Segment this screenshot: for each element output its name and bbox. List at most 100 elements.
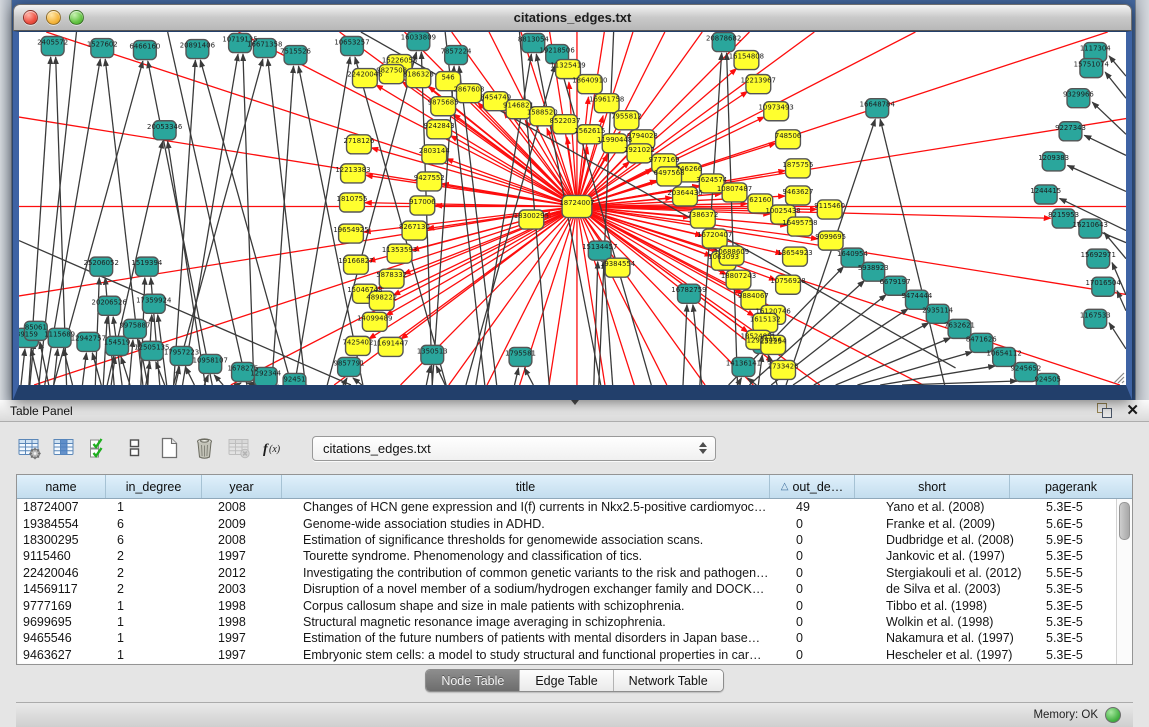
- table-cell[interactable]: 9699695: [17, 615, 111, 629]
- table-row[interactable]: 969969511998Structural magnetic resonanc…: [17, 614, 1132, 630]
- function-builder-icon[interactable]: f (x): [261, 435, 288, 462]
- table-cell[interactable]: 1997: [212, 631, 297, 645]
- table-cell[interactable]: Tourette syndrome. Phenomenology and cla…: [297, 549, 790, 563]
- memory-status-indicator[interactable]: [1105, 707, 1121, 723]
- table-cell[interactable]: 2: [111, 549, 212, 563]
- table-cell[interactable]: 1: [111, 615, 212, 629]
- table-settings-icon[interactable]: [16, 435, 43, 462]
- table-row[interactable]: 1938455462009Genome-wide association stu…: [17, 515, 1132, 531]
- network-view[interactable]: 2405572152760264661602089140610719135166…: [19, 32, 1126, 385]
- table-cell[interactable]: Stergiakouli et al. (2012): [880, 566, 1040, 580]
- table-cell[interactable]: Structural magnetic resonance image aver…: [297, 615, 790, 629]
- table-cell[interactable]: 0: [790, 517, 880, 531]
- table-cell[interactable]: 0: [790, 582, 880, 596]
- table-cell[interactable]: 1: [111, 599, 212, 613]
- table-cell[interactable]: 1998: [212, 615, 297, 629]
- table-cell[interactable]: 0: [790, 631, 880, 645]
- tab-network-table[interactable]: Network Table: [614, 670, 723, 691]
- table-cell[interactable]: 9463627: [17, 648, 111, 662]
- table-cell[interactable]: 1: [111, 500, 212, 514]
- table-cell[interactable]: 2008: [212, 500, 297, 514]
- table-cell[interactable]: 14569117: [17, 582, 111, 596]
- delete-trash-icon[interactable]: [191, 435, 218, 462]
- table-cell[interactable]: 0: [790, 533, 880, 547]
- column-header-name[interactable]: name: [17, 475, 106, 498]
- table-cell[interactable]: Dudbridge et al. (2008): [880, 533, 1040, 547]
- table-cell[interactable]: 9777169: [17, 599, 111, 613]
- table-cell[interactable]: Hescheler et al. (1997): [880, 648, 1040, 662]
- splitter-handle-icon[interactable]: [571, 400, 579, 405]
- scrollbar-thumb[interactable]: [1119, 502, 1130, 540]
- table-cell[interactable]: 2: [111, 566, 212, 580]
- table-cell[interactable]: Yano et al. (2008): [880, 500, 1040, 514]
- table-cell[interactable]: Embryonic stem cells: a model to study s…: [297, 648, 790, 662]
- table-cell[interactable]: Disruption of a novel member of a sodium…: [297, 582, 790, 596]
- table-cell[interactable]: 1: [111, 648, 212, 662]
- table-row[interactable]: 1872400712008Changes of HCN gene express…: [17, 499, 1132, 515]
- tab-edge-table[interactable]: Edge Table: [520, 670, 613, 691]
- table-cell[interactable]: Estimation of significance thresholds fo…: [297, 533, 790, 547]
- tab-node-table[interactable]: Node Table: [426, 670, 520, 691]
- table-cell[interactable]: 18724007: [17, 500, 111, 514]
- table-cell[interactable]: de Silva et al. (2003): [880, 582, 1040, 596]
- table-cell[interactable]: Estimation of the future numbers of pati…: [297, 631, 790, 645]
- column-header-in_degree[interactable]: in_degree: [106, 475, 202, 498]
- delete-table-icon[interactable]: [226, 435, 253, 462]
- table-cell[interactable]: 19384554: [17, 517, 111, 531]
- table-cell[interactable]: 1: [111, 631, 212, 645]
- column-header-title[interactable]: title: [282, 475, 770, 498]
- table-vertical-scrollbar[interactable]: [1116, 499, 1132, 664]
- table-row[interactable]: 946362711997Embryonic stem cells: a mode…: [17, 647, 1132, 663]
- close-panel-icon[interactable]: ✕: [1126, 403, 1139, 418]
- table-cell[interactable]: 2009: [212, 517, 297, 531]
- minimize-window-button[interactable]: [46, 10, 61, 25]
- close-window-button[interactable]: [23, 10, 38, 25]
- table-cell[interactable]: 1998: [212, 599, 297, 613]
- table-column-icon[interactable]: [51, 435, 78, 462]
- table-cell[interactable]: 2012: [212, 566, 297, 580]
- table-cell[interactable]: Genome-wide association studies in ADHD.: [297, 517, 790, 531]
- table-cell[interactable]: 2003: [212, 582, 297, 596]
- table-cell[interactable]: 0: [790, 648, 880, 662]
- table-cell[interactable]: 0: [790, 549, 880, 563]
- table-cell[interactable]: Tibbo et al. (1998): [880, 599, 1040, 613]
- table-cell[interactable]: 9115460: [17, 549, 111, 563]
- column-header-out_de[interactable]: △out_de…: [770, 475, 855, 498]
- column-header-year[interactable]: year: [202, 475, 282, 498]
- row-height-icon[interactable]: [121, 435, 148, 462]
- table-cell[interactable]: 0: [790, 599, 880, 613]
- table-cell[interactable]: 0: [790, 566, 880, 580]
- table-cell[interactable]: 9465546: [17, 631, 111, 645]
- table-cell[interactable]: 1997: [212, 648, 297, 662]
- table-row[interactable]: 911546021997Tourette syndrome. Phenomeno…: [17, 548, 1132, 564]
- table-cell[interactable]: 1997: [212, 549, 297, 563]
- table-cell[interactable]: 0: [790, 615, 880, 629]
- new-document-icon[interactable]: [156, 435, 183, 462]
- table-panel-titlebar[interactable]: Table Panel ✕: [0, 400, 1149, 422]
- table-cell[interactable]: Nakamura et al. (1997): [880, 631, 1040, 645]
- table-cell[interactable]: 49: [790, 500, 880, 514]
- window-resize-grip[interactable]: [1112, 371, 1125, 384]
- table-row[interactable]: 2242004622012Investigating the contribut…: [17, 565, 1132, 581]
- table-cell[interactable]: 2008: [212, 533, 297, 547]
- table-row[interactable]: 1830029562008Estimation of significance …: [17, 532, 1132, 548]
- table-cell[interactable]: 22420046: [17, 566, 111, 580]
- table-cell[interactable]: Changes of HCN gene expression and I(f) …: [297, 500, 790, 514]
- table-row[interactable]: 946554611997Estimation of the future num…: [17, 630, 1132, 646]
- table-cell[interactable]: 6: [111, 517, 212, 531]
- table-cell[interactable]: 2: [111, 582, 212, 596]
- table-cell[interactable]: 6: [111, 533, 212, 547]
- table-row[interactable]: 1456911722003Disruption of a novel membe…: [17, 581, 1132, 597]
- column-header-pagerank[interactable]: pagerank: [1010, 475, 1132, 498]
- column-header-short[interactable]: short: [855, 475, 1010, 498]
- float-panel-icon[interactable]: [1097, 403, 1112, 418]
- network-window-titlebar[interactable]: citations_edges.txt: [13, 4, 1132, 31]
- table-cell[interactable]: Corpus callosum shape and size in male p…: [297, 599, 790, 613]
- table-cell[interactable]: Jankovic et al. (1997): [880, 549, 1040, 563]
- table-cell[interactable]: Wolkin et al. (1998): [880, 615, 1040, 629]
- zoom-window-button[interactable]: [69, 10, 84, 25]
- table-row[interactable]: 977716911998Corpus callosum shape and si…: [17, 597, 1132, 613]
- table-cell[interactable]: Franke et al. (2009): [880, 517, 1040, 531]
- table-cell[interactable]: Investigating the contribution of common…: [297, 566, 790, 580]
- select-rows-icon[interactable]: [86, 435, 113, 462]
